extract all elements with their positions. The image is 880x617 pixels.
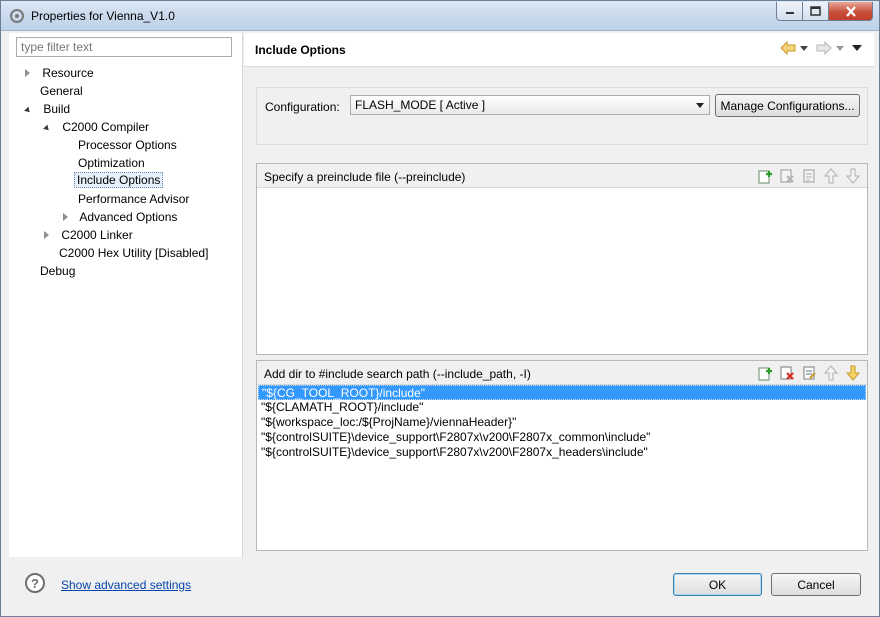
delete-icon[interactable] — [779, 168, 795, 184]
move-up-icon[interactable] — [823, 365, 839, 381]
tree-item-include-options[interactable]: Include Options — [74, 172, 164, 188]
tree-item-c2000-linker[interactable]: C2000 Linker — [44, 227, 135, 243]
tree-item-label: Processor Options — [78, 138, 177, 152]
filter-input[interactable] — [16, 37, 232, 57]
move-up-icon[interactable] — [823, 168, 839, 184]
maximize-icon — [810, 6, 821, 16]
include-path-item[interactable]: "${controlSUITE}\device_support\F2807x\v… — [258, 445, 866, 460]
tree-item-advanced-options[interactable]: Advanced Options — [63, 209, 179, 225]
dialog-button-bar: ? Show advanced settings OK Cancel — [1, 558, 879, 616]
add-icon[interactable] — [757, 168, 773, 184]
delete-icon[interactable] — [779, 365, 795, 381]
tree-item-label: C2000 Hex Utility [Disabled] — [59, 246, 209, 260]
forward-arrow-icon[interactable] — [816, 41, 832, 55]
chevron-down-icon — [696, 103, 704, 108]
tree-item-label: General — [40, 84, 83, 98]
edit-icon[interactable] — [801, 168, 817, 184]
show-advanced-settings-link[interactable]: Show advanced settings — [61, 578, 191, 592]
configuration-select[interactable]: FLASH_MODE [ Active ] — [350, 95, 710, 115]
include-path-item[interactable]: "${CG_TOOL_ROOT}/include" — [258, 385, 866, 400]
minimize-button[interactable] — [776, 2, 803, 21]
tree-item-performance-advisor[interactable]: Performance Advisor — [76, 191, 191, 207]
tree-item-debug[interactable]: Debug — [38, 263, 77, 279]
expand-icon[interactable] — [63, 213, 68, 221]
tree-item-label: Include Options — [74, 172, 164, 188]
manage-configurations-button[interactable]: Manage Configurations... — [715, 94, 860, 117]
add-icon[interactable] — [757, 365, 773, 381]
expand-icon[interactable] — [25, 69, 30, 77]
collapse-icon[interactable] — [24, 106, 32, 115]
forward-history-dropdown[interactable] — [836, 45, 844, 51]
page-title: Include Options — [255, 43, 346, 57]
preinclude-header: Specify a preinclude file (--preinclude) — [257, 164, 867, 188]
ok-button[interactable]: OK — [673, 573, 762, 596]
configuration-group: Configuration: FLASH_MODE [ Active ] Man… — [256, 87, 868, 145]
view-menu-dropdown[interactable] — [852, 45, 862, 51]
include-path-item[interactable]: "${controlSUITE}\device_support\F2807x\v… — [258, 430, 866, 445]
tree-item-processor-options[interactable]: Processor Options — [76, 137, 179, 153]
tree-item-general[interactable]: General — [38, 83, 85, 99]
tree-item-label: Optimization — [78, 156, 145, 170]
properties-window: Properties for Vienna_V1.0 Resource Gene… — [0, 0, 880, 617]
include-path-item[interactable]: "${CLAMATH_ROOT}/include" — [258, 400, 866, 415]
configuration-value: FLASH_MODE [ Active ] — [355, 98, 486, 112]
collapse-icon[interactable] — [43, 124, 51, 133]
tree-item-resource[interactable]: Resource — [25, 65, 96, 81]
tree-item-label: Build — [43, 102, 71, 116]
back-arrow-icon[interactable] — [780, 41, 796, 55]
close-icon — [845, 5, 856, 17]
move-down-icon[interactable] — [845, 168, 861, 184]
tree-item-label: C2000 Compiler — [62, 120, 150, 134]
content-panel: Include Options Configuration: FLASH_MOD… — [244, 33, 874, 557]
tree-item-label: Resource — [42, 66, 94, 80]
back-history-dropdown[interactable] — [800, 45, 808, 51]
include-path-section: Add dir to #include search path (--inclu… — [256, 360, 868, 551]
close-button[interactable] — [829, 2, 873, 21]
include-path-list[interactable]: "${CG_TOOL_ROOT}/include" "${CLAMATH_ROO… — [258, 385, 866, 460]
cancel-button[interactable]: Cancel — [771, 573, 861, 596]
include-path-title: Add dir to #include search path (--inclu… — [264, 367, 531, 381]
preinclude-section: Specify a preinclude file (--preinclude) — [256, 163, 868, 355]
include-path-header: Add dir to #include search path (--inclu… — [257, 361, 867, 385]
app-icon — [10, 9, 24, 23]
window-title: Properties for Vienna_V1.0 — [31, 9, 175, 23]
minimize-icon — [785, 12, 794, 14]
tree-item-optimization[interactable]: Optimization — [76, 155, 147, 171]
expand-icon[interactable] — [44, 231, 49, 239]
preinclude-title: Specify a preinclude file (--preinclude) — [264, 170, 466, 184]
title-bar[interactable]: Properties for Vienna_V1.0 — [1, 1, 879, 31]
navigation-tree: Resource General Build C2000 Compiler Pr… — [9, 33, 243, 557]
move-down-icon[interactable] — [845, 365, 861, 381]
tree-item-build[interactable]: Build — [24, 101, 72, 117]
configuration-label: Configuration: — [265, 100, 340, 114]
include-path-item[interactable]: "${workspace_loc:/${ProjName}/viennaHead… — [258, 415, 866, 430]
page-header: Include Options — [244, 33, 874, 67]
tree-item-c2000-hex-utility[interactable]: C2000 Hex Utility [Disabled] — [57, 245, 210, 261]
tree-item-label: C2000 Linker — [61, 228, 133, 242]
tree-item-c2000-compiler[interactable]: C2000 Compiler — [43, 119, 151, 135]
tree-item-label: Debug — [40, 264, 76, 278]
maximize-button[interactable] — [803, 2, 829, 21]
tree-item-label: Advanced Options — [79, 210, 178, 224]
edit-icon[interactable] — [801, 365, 817, 381]
tree-item-label: Performance Advisor — [78, 192, 190, 206]
help-icon[interactable]: ? — [25, 573, 45, 593]
